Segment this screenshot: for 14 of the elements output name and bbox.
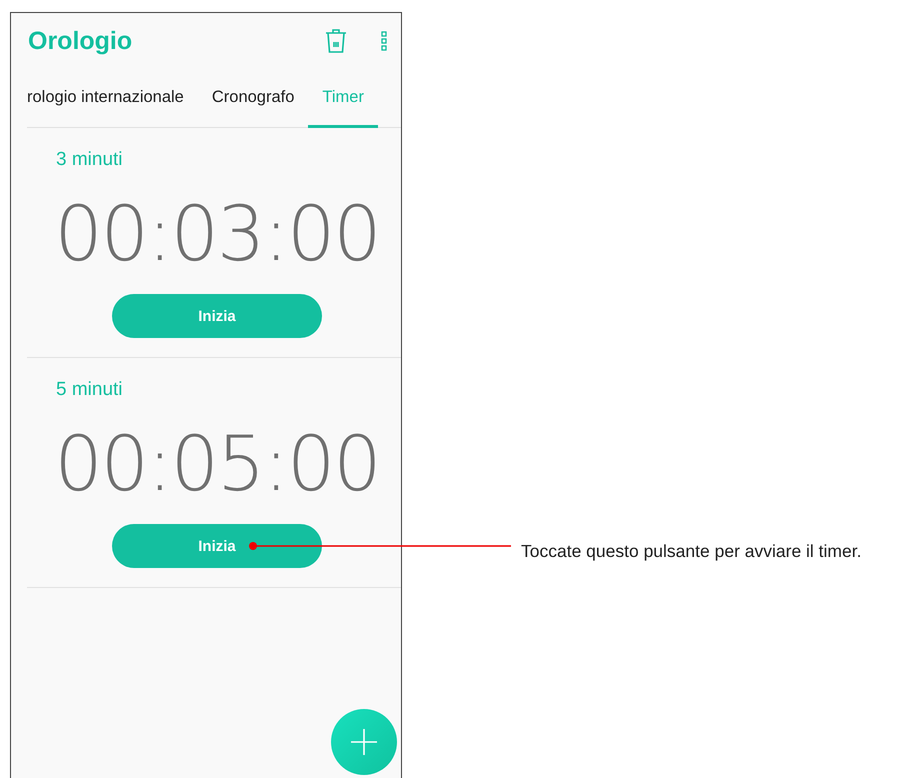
tab[interactable]: Timer [308, 69, 378, 128]
callout-text: Toccate questo pulsante per avviare il timer. [521, 540, 862, 562]
timer-display: 00:03:00 [53, 188, 381, 280]
more-options-icon[interactable] [381, 31, 387, 51]
timer-name: 5 minuti [56, 378, 124, 402]
plus-icon [349, 727, 379, 757]
start-button[interactable]: Inizia [112, 524, 322, 568]
timer-display: 00:05:00 [53, 418, 381, 510]
start-button[interactable]: Inizia [112, 294, 322, 338]
timer-name: 3 minuti [56, 148, 124, 172]
tab[interactable]: Cronografo [198, 69, 308, 128]
trash-icon[interactable] [325, 28, 347, 54]
app-title: Orologio [28, 26, 134, 56]
tab[interactable]: rologio internazionale [27, 69, 198, 128]
